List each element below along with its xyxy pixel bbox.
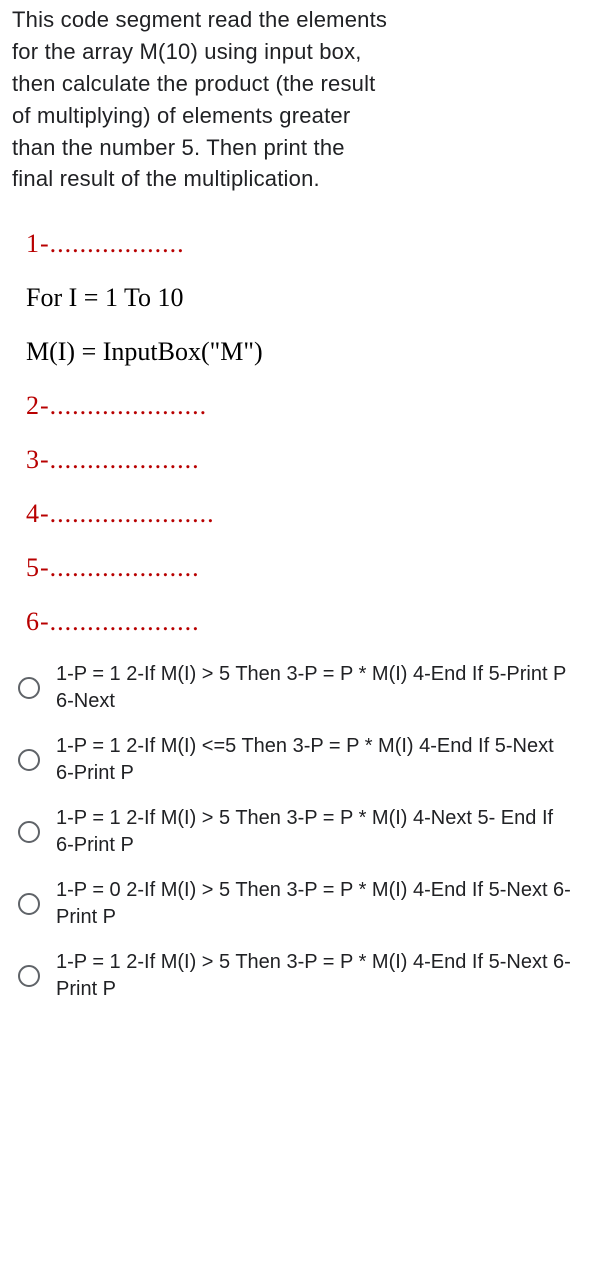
intro-line: then calculate the product (the result (12, 68, 599, 100)
blank-3: 3-.................... (26, 445, 599, 475)
options-list: 1-P = 1 2-If M(I) > 5 Then 3-P = P * M(I… (12, 661, 599, 1003)
radio-icon[interactable] (18, 749, 40, 771)
intro-line: of multiplying) of elements greater (12, 100, 599, 132)
question-intro: This code segment read the elements for … (12, 4, 599, 195)
option-text: 1-P = 1 2-If M(I) > 5 Then 3-P = P * M(I… (56, 949, 576, 1003)
option-text: 1-P = 1 2-If M(I) <=5 Then 3-P = P * M(I… (56, 733, 576, 787)
option-1[interactable]: 1-P = 1 2-If M(I) > 5 Then 3-P = P * M(I… (18, 661, 599, 715)
code-line-for: For I = 1 To 10 (26, 283, 599, 313)
blank-2: 2-..................... (26, 391, 599, 421)
option-4[interactable]: 1-P = 0 2-If M(I) > 5 Then 3-P = P * M(I… (18, 877, 599, 931)
intro-line: This code segment read the elements (12, 4, 599, 36)
code-block: 1-.................. For I = 1 To 10 M(I… (12, 229, 599, 637)
radio-icon[interactable] (18, 677, 40, 699)
option-text: 1-P = 0 2-If M(I) > 5 Then 3-P = P * M(I… (56, 877, 576, 931)
code-line-inputbox: M(I) = InputBox("M") (26, 337, 599, 367)
question-page: This code segment read the elements for … (0, 0, 611, 1027)
option-2[interactable]: 1-P = 1 2-If M(I) <=5 Then 3-P = P * M(I… (18, 733, 599, 787)
option-5[interactable]: 1-P = 1 2-If M(I) > 5 Then 3-P = P * M(I… (18, 949, 599, 1003)
blank-1: 1-.................. (26, 229, 599, 259)
radio-icon[interactable] (18, 965, 40, 987)
intro-line: than the number 5. Then print the (12, 132, 599, 164)
intro-line: final result of the multiplication. (12, 163, 599, 195)
option-text: 1-P = 1 2-If M(I) > 5 Then 3-P = P * M(I… (56, 805, 576, 859)
blank-6: 6-.................... (26, 607, 599, 637)
option-text: 1-P = 1 2-If M(I) > 5 Then 3-P = P * M(I… (56, 661, 576, 715)
blank-4: 4-...................... (26, 499, 599, 529)
radio-icon[interactable] (18, 893, 40, 915)
intro-line: for the array M(10) using input box, (12, 36, 599, 68)
radio-icon[interactable] (18, 821, 40, 843)
option-3[interactable]: 1-P = 1 2-If M(I) > 5 Then 3-P = P * M(I… (18, 805, 599, 859)
blank-5: 5-.................... (26, 553, 599, 583)
